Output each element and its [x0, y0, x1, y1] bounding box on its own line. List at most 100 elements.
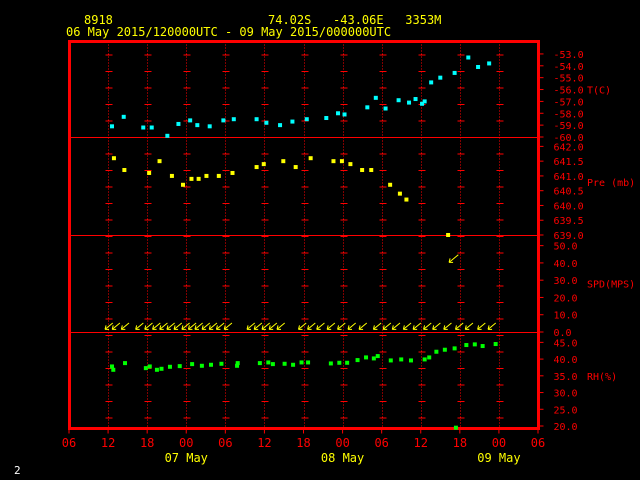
data-point-temperature	[254, 117, 259, 122]
data-point-temperature	[231, 117, 236, 122]
data-point-temperature	[413, 97, 418, 102]
date-label: 08 May	[321, 451, 364, 465]
data-point-temperature	[396, 98, 401, 103]
data-point-temperature	[452, 70, 457, 75]
data-point-humidity	[147, 364, 152, 369]
data-point-humidity	[291, 362, 296, 367]
data-point-humidity	[109, 364, 114, 369]
data-point-humidity	[442, 347, 447, 352]
data-point-humidity	[154, 367, 159, 372]
data-point-humidity	[453, 425, 458, 430]
y-tick-label-temperature: -58.0	[554, 109, 584, 120]
data-point-humidity	[257, 361, 262, 366]
data-point-pressure	[369, 168, 374, 173]
data-point-temperature	[304, 117, 309, 122]
x-tick-label: 18	[453, 436, 467, 450]
x-tick-label: 06	[62, 436, 76, 450]
data-point-humidity	[270, 362, 275, 367]
data-point-humidity	[337, 360, 342, 365]
data-point-humidity	[190, 362, 195, 367]
data-point-humidity	[375, 354, 380, 359]
x-tick-label: 06	[531, 436, 545, 450]
data-point-humidity	[159, 366, 164, 371]
data-point-pressure	[122, 168, 127, 173]
y-tick-label-pressure: 641.5	[554, 157, 584, 168]
y-tick-label-humidity: 45.0	[554, 338, 578, 349]
data-point-humidity	[464, 343, 469, 348]
data-point-temperature	[438, 75, 443, 80]
data-point-humidity	[355, 358, 360, 363]
data-point-pressure	[204, 173, 209, 178]
data-point-pressure	[216, 173, 221, 178]
y-tick-label-humidity: 30.0	[554, 389, 578, 400]
x-tick-label: 00	[179, 436, 193, 450]
data-point-pressure	[189, 176, 194, 181]
data-point-pressure	[254, 165, 259, 170]
data-point-humidity	[328, 361, 333, 366]
data-point-pressure	[348, 162, 353, 167]
data-point-temperature	[383, 106, 388, 111]
data-point-humidity	[371, 356, 376, 361]
date-label: 09 May	[477, 451, 520, 465]
data-point-humidity	[143, 366, 148, 371]
y-tick-label-humidity: 20.0	[554, 422, 578, 433]
data-point-humidity	[427, 355, 432, 360]
panel-label-humidity: RH(%)	[587, 372, 617, 383]
data-point-pressure	[169, 173, 174, 178]
y-tick-label-temperature: -53.0	[554, 50, 584, 61]
y-tick-label-pressure: 641.0	[554, 172, 584, 183]
data-point-humidity	[266, 360, 271, 365]
y-tick-label-humidity: 40.0	[554, 355, 578, 366]
data-point-pressure	[339, 159, 344, 164]
x-tick-label: 12	[101, 436, 115, 450]
data-point-humidity	[235, 361, 240, 366]
y-tick-label-pressure: 639.0	[554, 231, 584, 242]
data-point-humidity	[123, 361, 128, 366]
x-tick-label: 12	[414, 436, 428, 450]
data-point-pressure	[157, 159, 162, 164]
y-tick-label-pressure: 640.5	[554, 187, 584, 198]
data-point-temperature	[207, 124, 212, 129]
data-point-temperature	[121, 114, 126, 119]
data-point-humidity	[167, 364, 172, 369]
data-point-humidity	[219, 361, 224, 366]
y-tick-label-temperature: -54.0	[554, 62, 584, 73]
data-point-temperature	[373, 95, 378, 100]
data-point-pressure	[180, 182, 185, 187]
y-tick-label-pressure: 640.0	[554, 201, 584, 212]
x-tick-label: 18	[140, 436, 154, 450]
data-point-temperature	[407, 100, 412, 105]
data-point-humidity	[452, 346, 457, 351]
y-tick-label-wind: 20.0	[554, 293, 578, 304]
data-point-temperature	[188, 118, 193, 123]
x-tick-label: 00	[335, 436, 349, 450]
data-point-pressure	[388, 182, 393, 187]
data-point-pressure	[230, 170, 235, 175]
data-point-temperature	[429, 80, 434, 85]
data-point-temperature	[365, 105, 370, 110]
meteogram-chart: 06 12 18 00 06 12 18 00 06 12 18 00 06 07 May 08 May 09…	[62, 40, 635, 465]
data-point-temperature	[336, 111, 341, 116]
data-point-humidity	[434, 349, 439, 354]
data-point-temperature	[109, 124, 114, 129]
data-point-humidity	[422, 357, 427, 362]
data-point-humidity	[388, 358, 393, 363]
data-point-humidity	[299, 360, 304, 365]
data-point-temperature	[466, 55, 471, 60]
y-tick-label-pressure: 642.0	[554, 142, 584, 153]
data-point-pressure	[196, 176, 201, 181]
corner-number: 2	[14, 464, 21, 477]
data-point-pressure	[360, 168, 365, 173]
data-point-humidity	[282, 361, 287, 366]
x-tick-label: 06	[218, 436, 232, 450]
y-tick-label-wind: 40.0	[554, 259, 578, 270]
x-tick-label: 06	[374, 436, 388, 450]
x-tick-label: 18	[296, 436, 310, 450]
data-point-pressure	[281, 159, 286, 164]
data-point-temperature	[165, 133, 170, 138]
date-label: 07 May	[165, 451, 208, 465]
data-point-pressure	[147, 170, 152, 175]
x-tick-label: 12	[257, 436, 271, 450]
data-point-temperature	[264, 120, 269, 125]
data-point-pressure	[293, 165, 298, 170]
